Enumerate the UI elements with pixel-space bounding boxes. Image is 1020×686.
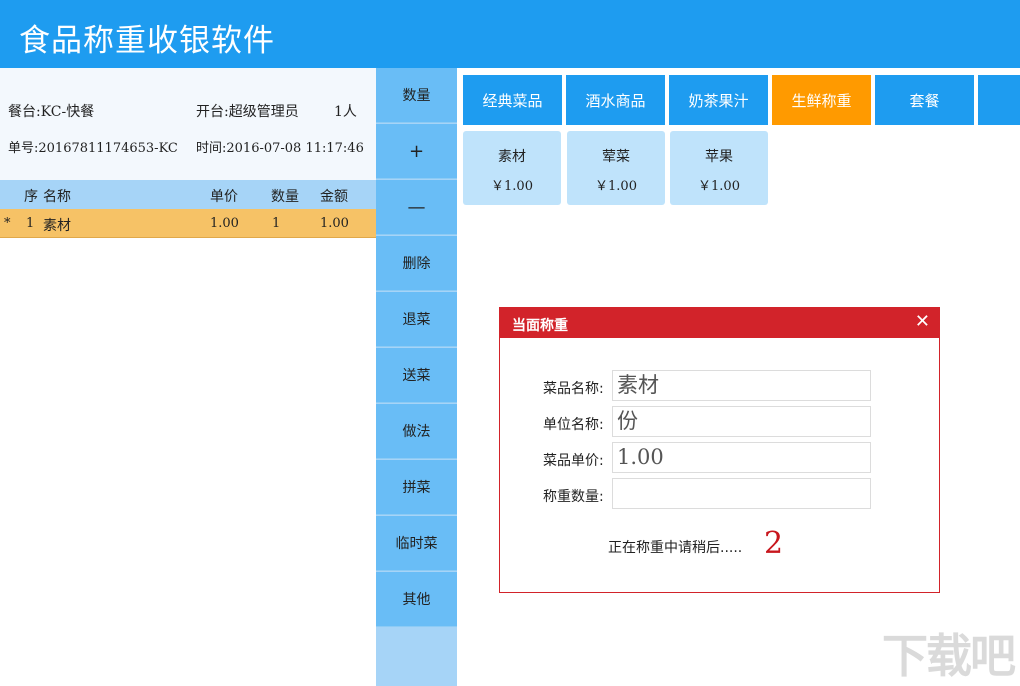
watermark: 下载吧 [882, 629, 1016, 683]
product-price: ￥1.00 [595, 179, 637, 194]
cooking-method-button[interactable]: 做法 [376, 404, 457, 459]
product-item[interactable]: 素材 ￥1.00 [463, 131, 561, 205]
product-name: 苹果 [705, 149, 733, 165]
delete-button[interactable]: 删除 [376, 236, 457, 291]
col-name: 名称 [43, 189, 71, 205]
order-table-header: 序 名称 单价 数量 金额 [0, 180, 376, 209]
gift-dish-button[interactable]: 送菜 [376, 348, 457, 403]
unit-name-field[interactable]: 份 [612, 406, 871, 437]
countdown-number: 2 [764, 526, 784, 561]
product-name: 素材 [498, 149, 526, 165]
dish-name-label: 菜品名称: [543, 381, 604, 397]
table-label: 餐台:KC-快餐 [8, 104, 95, 120]
row-name: 素材 [43, 218, 71, 234]
return-dish-button[interactable]: 退菜 [376, 292, 457, 347]
plus-button[interactable]: + [376, 124, 457, 179]
col-qty: 数量 [271, 189, 299, 205]
temp-dish-button[interactable]: 临时菜 [376, 516, 457, 571]
unit-price-field[interactable]: 1.00 [612, 442, 871, 473]
weight-quantity-field[interactable] [612, 478, 871, 509]
function-column: 数量 + — 删除 退菜 送菜 做法 拼菜 临时菜 其他 [376, 68, 457, 686]
combine-dish-button[interactable]: 拼菜 [376, 460, 457, 515]
tab-milk-tea-juice[interactable]: 奶茶果汁 [669, 75, 768, 125]
tab-set-meal[interactable]: 套餐 [875, 75, 974, 125]
weight-quantity-label: 称重数量: [543, 489, 604, 505]
order-info: 餐台:KC-快餐 开台:超级管理员 1人 单号:20167811174653-K… [0, 68, 376, 180]
col-seq: 序 [24, 189, 38, 205]
product-price: ￥1.00 [698, 179, 740, 194]
app-title: 食品称重收银软件 [19, 23, 275, 59]
table-row[interactable]: * 1 素材 1.00 1 1.00 [0, 209, 376, 238]
close-icon[interactable]: ✕ [915, 311, 930, 332]
weighing-status: 正在称重中请稍后..... [608, 540, 743, 556]
col-amount: 金额 [320, 189, 348, 205]
order-panel: 餐台:KC-快餐 开台:超级管理员 1人 单号:20167811174653-K… [0, 68, 376, 686]
other-button[interactable]: 其他 [376, 572, 457, 627]
weighing-dialog: 当面称重 ✕ 菜品名称: 素材 单位名称: 份 菜品单价: 1.00 称重数量:… [499, 307, 940, 593]
unit-name-label: 单位名称: [543, 417, 604, 433]
product-item[interactable]: 苹果 ￥1.00 [670, 131, 768, 205]
tab-more[interactable] [978, 75, 1020, 125]
guest-count: 1人 [334, 104, 357, 120]
tab-fresh-weighing[interactable]: 生鲜称重 [772, 75, 871, 125]
order-time: 时间:2016-07-08 11:17:46 [196, 141, 364, 156]
row-qty: 1 [272, 216, 281, 231]
dialog-header: 当面称重 ✕ [500, 308, 939, 338]
tab-drinks[interactable]: 酒水商品 [566, 75, 665, 125]
product-price: ￥1.00 [491, 179, 533, 194]
col-price: 单价 [210, 189, 238, 205]
product-item[interactable]: 荤菜 ￥1.00 [567, 131, 665, 205]
row-marker: * [4, 216, 11, 231]
product-name: 荤菜 [602, 149, 630, 165]
quantity-button[interactable]: 数量 [376, 68, 457, 123]
row-amount: 1.00 [320, 216, 349, 231]
title-bar: 食品称重收银软件 [0, 0, 1020, 68]
order-number: 单号:20167811174653-KC [8, 141, 178, 156]
row-seq: 1 [26, 216, 35, 231]
dish-name-field[interactable]: 素材 [612, 370, 871, 401]
minus-button[interactable]: — [376, 180, 457, 235]
unit-price-label: 菜品单价: [543, 453, 604, 469]
dialog-title: 当面称重 [512, 318, 568, 334]
opener-label: 开台:超级管理员 [196, 104, 299, 120]
row-price: 1.00 [210, 216, 239, 231]
tab-classic-dishes[interactable]: 经典菜品 [463, 75, 562, 125]
